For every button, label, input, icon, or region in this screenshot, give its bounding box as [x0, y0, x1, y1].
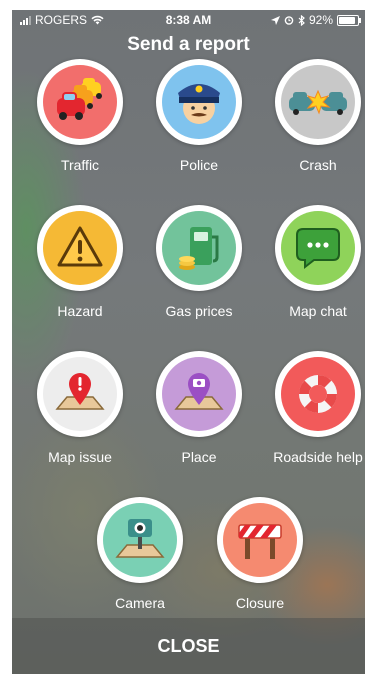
crash-circle — [275, 59, 361, 145]
road-barrier-icon — [238, 524, 282, 559]
gas-pump-icon — [179, 227, 219, 270]
report-map-issue-button[interactable]: Map issue — [20, 351, 140, 465]
battery-percent: 92% — [308, 13, 333, 27]
report-label: Traffic — [60, 157, 100, 173]
map-issue-circle — [37, 351, 123, 437]
report-label: Crash — [299, 157, 337, 173]
traffic-circle — [37, 59, 123, 145]
report-label: Closure — [235, 595, 285, 611]
gas-circle — [156, 205, 242, 291]
alarm-icon — [284, 16, 294, 25]
map-issue-icon — [55, 373, 105, 410]
report-roadside-help-button[interactable]: Roadside help — [258, 351, 365, 465]
crash-icon — [289, 89, 347, 115]
report-hazard-button[interactable]: Hazard — [20, 205, 140, 319]
report-camera-button[interactable]: Camera — [80, 497, 200, 611]
camera-icon — [115, 519, 165, 558]
report-panel: ROGERS 8:38 AM 92% Send a report Traffic… — [12, 10, 365, 674]
report-map-chat-button[interactable]: Map chat — [258, 205, 365, 319]
closure-circle — [217, 497, 303, 583]
report-traffic-button[interactable]: Traffic — [20, 59, 140, 173]
place-circle — [156, 351, 242, 437]
chat-circle — [275, 205, 361, 291]
hazard-icon — [57, 226, 103, 267]
status-bar: ROGERS 8:38 AM 92% — [12, 10, 365, 30]
report-label: Map chat — [289, 303, 347, 319]
report-label: Map issue — [48, 449, 112, 465]
traffic-icon — [57, 78, 102, 120]
report-label: Place — [181, 449, 217, 465]
report-label: Camera — [115, 595, 165, 611]
police-icon — [178, 84, 220, 124]
status-right: 92% — [270, 13, 361, 27]
report-label: Gas prices — [165, 303, 233, 319]
hazard-circle — [37, 205, 123, 291]
report-label: Hazard — [57, 303, 103, 319]
report-crash-button[interactable]: Crash — [258, 59, 365, 173]
report-place-button[interactable]: Place — [139, 351, 259, 465]
bluetooth-icon — [298, 14, 305, 26]
page-title: Send a report — [127, 34, 250, 55]
close-button[interactable]: CLOSE — [12, 618, 365, 674]
police-circle — [156, 59, 242, 145]
report-label: Roadside help — [273, 449, 363, 465]
place-icon — [174, 373, 224, 410]
report-closure-button[interactable]: Closure — [200, 497, 320, 611]
camera-circle — [97, 497, 183, 583]
report-police-button[interactable]: Police — [139, 59, 259, 173]
report-gas-prices-button[interactable]: Gas prices — [139, 205, 259, 319]
report-label: Police — [179, 157, 219, 173]
roadside-circle — [275, 351, 361, 437]
battery-icon — [337, 14, 361, 26]
location-arrow-icon — [270, 15, 280, 25]
lifebuoy-icon — [299, 375, 337, 413]
chat-bubble-icon — [296, 228, 340, 270]
